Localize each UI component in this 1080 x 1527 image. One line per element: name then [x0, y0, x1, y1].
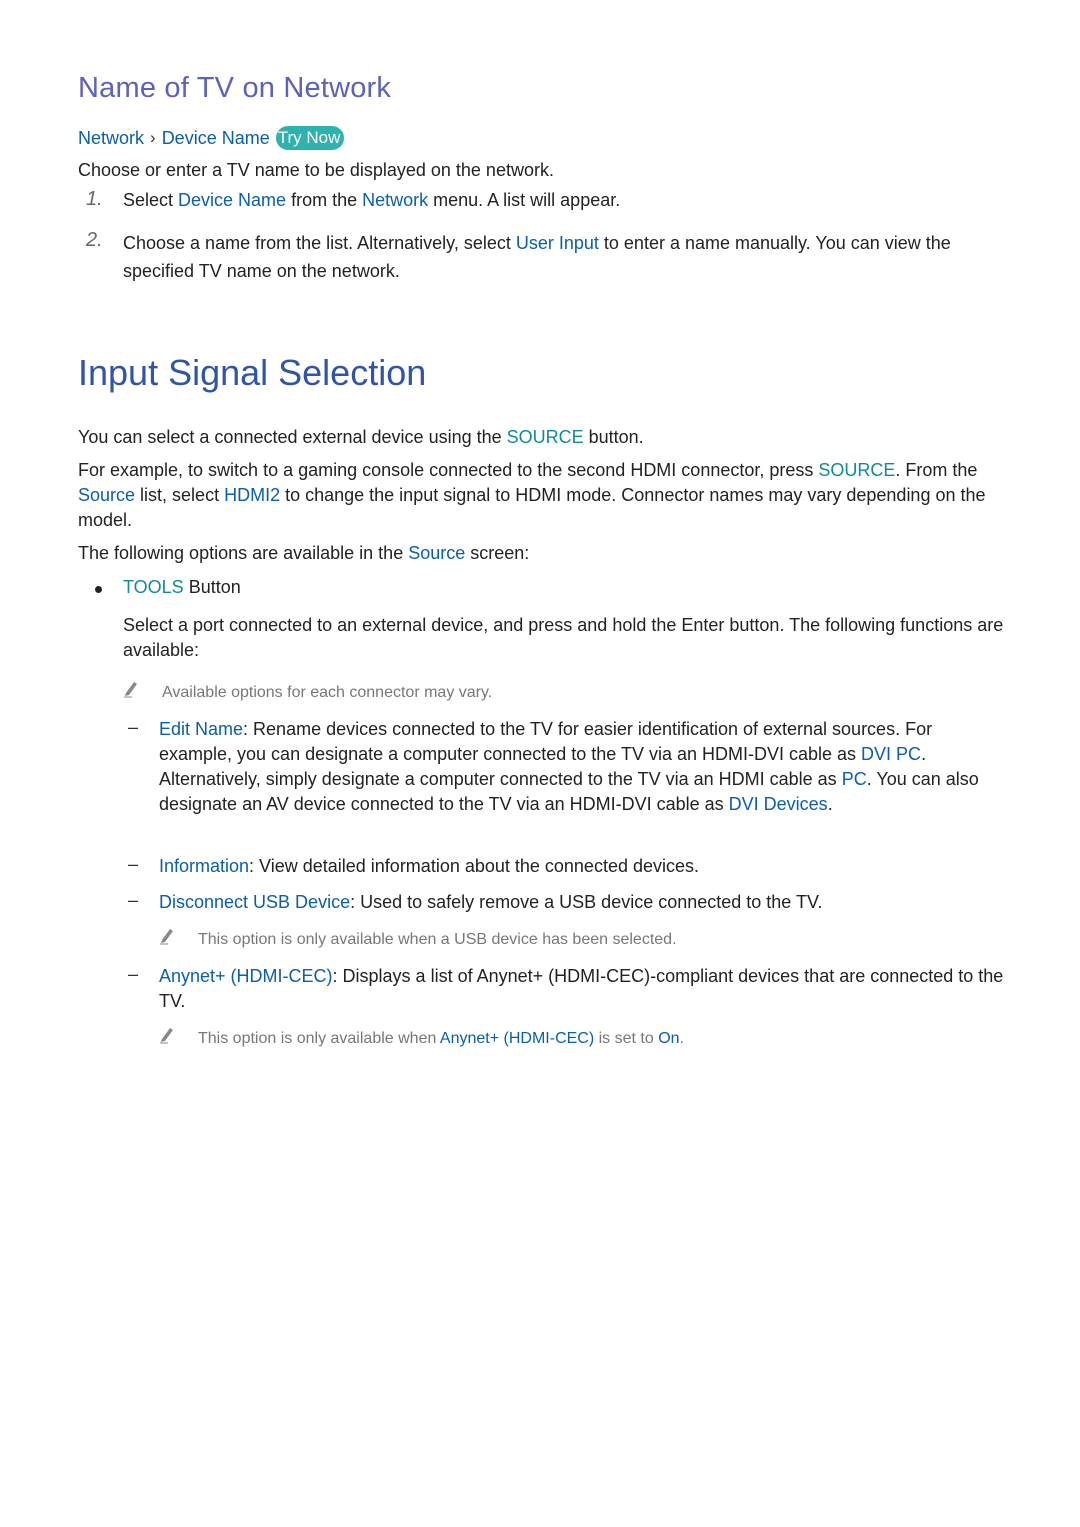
ref-dvi-pc: DVI PC — [861, 744, 922, 764]
para-example: For example, to switch to a gaming conso… — [78, 458, 1008, 533]
text: : Used to safely remove a USB device con… — [350, 892, 823, 912]
menu-ref-network: Network — [362, 190, 429, 210]
menu-ref-source: Source — [78, 485, 136, 505]
option-label-disconnect-usb: Disconnect USB Device — [159, 892, 351, 912]
text: Select — [123, 190, 179, 210]
text: . — [679, 1030, 684, 1047]
text: is set to — [594, 1030, 659, 1047]
ref-anynet: Anynet+ (HDMI-CEC) — [439, 1030, 595, 1047]
chevron-right-icon: › — [150, 128, 156, 147]
breadcrumb-device-name[interactable]: Device Name — [162, 128, 270, 149]
step-2: Choose a name from the list. Alternative… — [123, 229, 1008, 285]
text: screen: — [465, 543, 530, 563]
text: list, select — [135, 485, 225, 505]
option-information: Information: View detailed information a… — [159, 854, 1009, 879]
para-options: The following options are available in t… — [78, 541, 529, 566]
option-disconnect-usb: Disconnect USB Device: Used to safely re… — [159, 890, 1009, 915]
ref-dvi-devices: DVI Devices — [728, 794, 828, 814]
button-ref-source: SOURCE — [818, 460, 896, 480]
option-label-edit-name: Edit Name — [159, 719, 244, 739]
menu-ref-source: Source — [408, 543, 466, 563]
text: Choose a name from the list. Alternative… — [123, 233, 516, 253]
text: : View detailed information about the co… — [249, 856, 700, 876]
pencil-note-icon — [160, 929, 173, 945]
step-1: Select Device Name from the Network menu… — [123, 188, 1008, 213]
ref-on: On — [658, 1030, 680, 1047]
option-label-anynet: Anynet+ (HDMI-CEC) — [159, 966, 333, 986]
text: Button — [183, 577, 241, 597]
text: For example, to switch to a gaming conso… — [78, 460, 819, 480]
text: You can select a connected external devi… — [78, 427, 507, 447]
text: button. — [583, 427, 644, 447]
section-title-input-signal: Input Signal Selection — [78, 352, 427, 393]
text: from the — [286, 190, 363, 210]
note-text: This option is only available when Anyne… — [198, 1028, 684, 1050]
button-ref-source: SOURCE — [506, 427, 584, 447]
option-anynet: Anynet+ (HDMI-CEC): Displays a list of A… — [159, 964, 1009, 1014]
menu-ref-hdmi2: HDMI2 — [224, 485, 281, 505]
tools-description: Select a port connected to an external d… — [123, 615, 1004, 660]
ref-pc: PC — [841, 769, 867, 789]
text: menu. A list will appear. — [428, 190, 621, 210]
step-number: 2. — [86, 229, 103, 251]
breadcrumb: Network › Device Name Try Now — [78, 126, 345, 150]
intro-text: Choose or enter a TV name to be displaye… — [78, 160, 554, 180]
dash-icon: – — [128, 890, 139, 910]
step-number: 1. — [86, 188, 103, 210]
pencil-note-icon — [124, 682, 137, 698]
bullet-tools: TOOLS Button — [123, 575, 1008, 600]
section-title-tv-name: Name of TV on Network — [78, 72, 392, 104]
text: . — [827, 794, 833, 814]
dash-icon: – — [128, 717, 139, 737]
pencil-note-icon — [160, 1028, 173, 1044]
text: : Rename devices connected to the TV for… — [159, 719, 933, 764]
menu-ref-device-name: Device Name — [178, 190, 287, 210]
note-text: This option is only available when a USB… — [198, 931, 677, 948]
para-source-intro: You can select a connected external devi… — [78, 425, 644, 450]
note-text: Available options for each connector may… — [162, 684, 493, 701]
option-label-information: Information — [159, 856, 250, 876]
dash-icon: – — [128, 964, 139, 984]
menu-ref-user-input: User Input — [515, 233, 599, 253]
button-ref-tools: TOOLS — [123, 577, 184, 597]
text: . From the — [895, 460, 978, 480]
option-edit-name: Edit Name: Rename devices connected to t… — [159, 717, 1009, 817]
dash-icon: – — [128, 854, 139, 874]
bullet-icon — [95, 586, 102, 593]
text: This option is only available when — [198, 1030, 440, 1047]
text: The following options are available in t… — [78, 543, 409, 563]
breadcrumb-network[interactable]: Network — [78, 128, 144, 149]
try-now-button[interactable]: Try Now — [275, 126, 345, 150]
